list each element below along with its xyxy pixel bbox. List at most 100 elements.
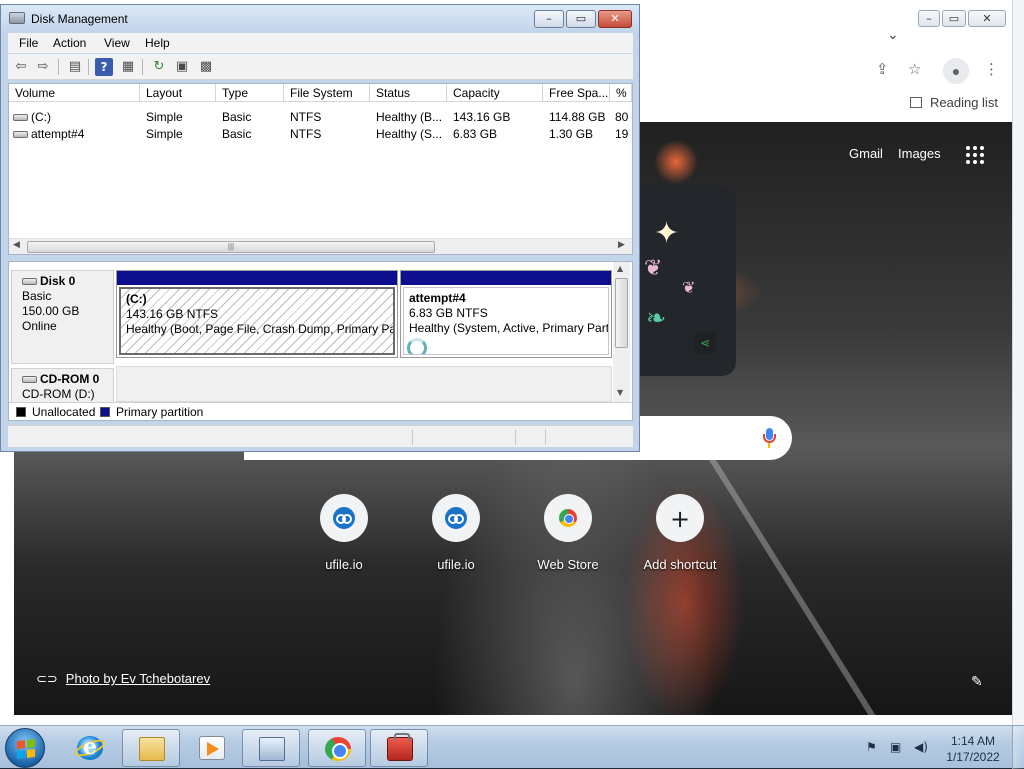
- menu-help[interactable]: Help: [145, 36, 170, 50]
- column-header-capacity[interactable]: Capacity: [447, 84, 543, 102]
- google-apps-icon[interactable]: [966, 146, 984, 164]
- legend-unallocated-swatch: [16, 407, 26, 417]
- column-header-volume[interactable]: Volume: [9, 84, 140, 102]
- refresh-icon[interactable]: ↻: [150, 58, 168, 76]
- scroll-up-icon[interactable]: ▲: [617, 264, 623, 273]
- voice-search-icon[interactable]: [762, 428, 776, 448]
- properties-icon[interactable]: ▣: [173, 58, 191, 76]
- forward-arrow-icon[interactable]: ⇨: [34, 58, 52, 76]
- show-hide-tree-icon[interactable]: ▤: [66, 58, 84, 76]
- volume-name: attempt#4: [31, 127, 85, 141]
- column-header-type[interactable]: Type: [216, 84, 284, 102]
- photo-credit-link[interactable]: ⊂⊃ Photo by Ev Tchebotarev: [36, 671, 210, 687]
- toolbar: ⇦ ⇨ ▤ ? ▦ ↻ ▣ ▩: [8, 54, 633, 80]
- cdrom-icon: [22, 376, 37, 383]
- taskbar-chrome[interactable]: [308, 729, 366, 767]
- add-shortcut-tile[interactable]: + Add shortcut: [630, 494, 730, 572]
- chrome-minimize-button[interactable]: –: [918, 10, 940, 27]
- system-clock[interactable]: 1:14 AM 1/17/2022: [942, 733, 1004, 765]
- column-header-percent-free[interactable]: % F: [610, 84, 632, 102]
- tab-search-chevron-icon[interactable]: ⌄: [887, 27, 899, 43]
- images-link[interactable]: Images: [898, 146, 941, 161]
- scrollbar-thumb[interactable]: |||: [27, 241, 435, 253]
- shortcut-label: ufile.io: [325, 557, 363, 572]
- profile-avatar-icon[interactable]: ●: [943, 58, 969, 84]
- doodle-bird-icon: ❦: [644, 256, 663, 281]
- taskbar-internet-explorer[interactable]: [61, 729, 119, 767]
- column-header-status[interactable]: Status: [370, 84, 447, 102]
- free-space-cell: 1.30 GB: [549, 127, 594, 141]
- shortcut-tile[interactable]: ufile.io: [294, 494, 394, 572]
- type-cell: Basic: [222, 127, 252, 141]
- status-cell: Healthy (S...: [376, 127, 443, 141]
- toolbar-separator: [88, 59, 89, 75]
- volume-icon[interactable]: ◀): [914, 740, 928, 754]
- type-cell: Basic: [222, 110, 252, 124]
- google-doodle[interactable]: ✦ ❦ ❦ ❧ ⋖: [624, 186, 736, 376]
- doodle-bird-icon: ❦: [682, 278, 696, 297]
- menu-file[interactable]: File: [19, 36, 38, 50]
- help-icon[interactable]: ?: [95, 58, 113, 76]
- ufile-icon: [333, 507, 355, 529]
- legend-primary-swatch: [100, 407, 110, 417]
- disk-name: Disk 0: [40, 274, 76, 288]
- status-cell: Healthy (B...: [376, 110, 443, 124]
- volume-name: (C:): [31, 110, 51, 124]
- share-icon[interactable]: ⇪: [876, 60, 889, 78]
- taskbar-computer-management[interactable]: [242, 729, 300, 767]
- column-header-layout[interactable]: Layout: [140, 84, 216, 102]
- scroll-right-icon[interactable]: ▶: [618, 240, 625, 250]
- partition-attempt4[interactable]: attempt#4 6.83 GB NTFS Healthy (System, …: [400, 270, 612, 358]
- scroll-left-icon[interactable]: ◀: [13, 240, 20, 250]
- volume-cell: (C:): [13, 110, 138, 124]
- chrome-maximize-button[interactable]: ▭: [942, 10, 966, 27]
- maximize-button[interactable]: ▭: [566, 10, 596, 28]
- customize-pencil-icon[interactable]: ✎: [971, 674, 983, 690]
- start-button[interactable]: [5, 728, 45, 768]
- column-header-file-system[interactable]: File System: [284, 84, 370, 102]
- shortcut-label: Add shortcut: [643, 557, 717, 572]
- column-header-free-space[interactable]: Free Spa...: [543, 84, 610, 102]
- scrollbar-thumb[interactable]: [615, 278, 628, 348]
- cdrom-area[interactable]: [116, 366, 612, 402]
- menu-action[interactable]: Action: [53, 36, 86, 50]
- action-center-flag-icon[interactable]: ⚑: [866, 740, 877, 754]
- chrome-close-button[interactable]: ✕: [968, 10, 1006, 27]
- shortcut-tile[interactable]: Web Store: [518, 494, 618, 572]
- horizontal-scrollbar[interactable]: ◀ ||| ▶: [9, 238, 632, 254]
- disk-0-info[interactable]: Disk 0 Basic 150.00 GB Online: [11, 270, 114, 364]
- gmail-link[interactable]: Gmail: [849, 146, 883, 161]
- vertical-scrollbar[interactable]: ▲ ▼: [613, 262, 630, 402]
- taskbar-file-explorer[interactable]: [122, 729, 180, 767]
- properties-list-icon[interactable]: ▦: [119, 58, 137, 76]
- doodle-share-icon[interactable]: ⋖: [694, 332, 716, 354]
- scroll-down-icon[interactable]: ▼: [617, 388, 623, 397]
- rescan-disks-icon[interactable]: ▩: [197, 58, 215, 76]
- taskbar-media-player[interactable]: [183, 729, 241, 767]
- shortcut-tile[interactable]: ufile.io: [406, 494, 506, 572]
- reading-list-button[interactable]: Reading list: [910, 95, 998, 110]
- network-icon[interactable]: ▣: [890, 740, 901, 754]
- partition-bar: [401, 271, 611, 285]
- drive-icon: [13, 114, 28, 121]
- close-button[interactable]: ✕: [598, 10, 632, 28]
- percent-free-cell: 80: [615, 110, 629, 124]
- partition-c[interactable]: (C:) 143.16 GB NTFS Healthy (Boot, Page …: [116, 270, 398, 358]
- show-desktop-button[interactable]: [1012, 726, 1024, 769]
- taskbar-toolbox[interactable]: [370, 729, 428, 767]
- file-system-cell: NTFS: [290, 127, 322, 141]
- minimize-button[interactable]: –: [534, 10, 564, 28]
- clock-date: 1/17/2022: [946, 750, 1000, 764]
- busy-spinner-icon: [407, 338, 427, 354]
- legend-unallocated-label: Unallocated: [32, 405, 96, 419]
- back-arrow-icon[interactable]: ⇦: [12, 58, 30, 76]
- bookmark-star-icon[interactable]: ☆: [908, 60, 921, 78]
- disk-icon: [22, 278, 37, 285]
- doodle-leaf-icon: ❧: [646, 304, 667, 332]
- disk-management-title-bar[interactable]: Disk Management – ▭ ✕: [1, 5, 639, 31]
- taskbar: ⚑ ▣ ◀) 1:14 AM 1/17/2022: [0, 725, 1024, 769]
- menu-view[interactable]: View: [104, 36, 130, 50]
- folder-icon: [139, 737, 165, 761]
- ufile-icon: [445, 507, 467, 529]
- chrome-menu-icon[interactable]: ⋮: [984, 60, 999, 78]
